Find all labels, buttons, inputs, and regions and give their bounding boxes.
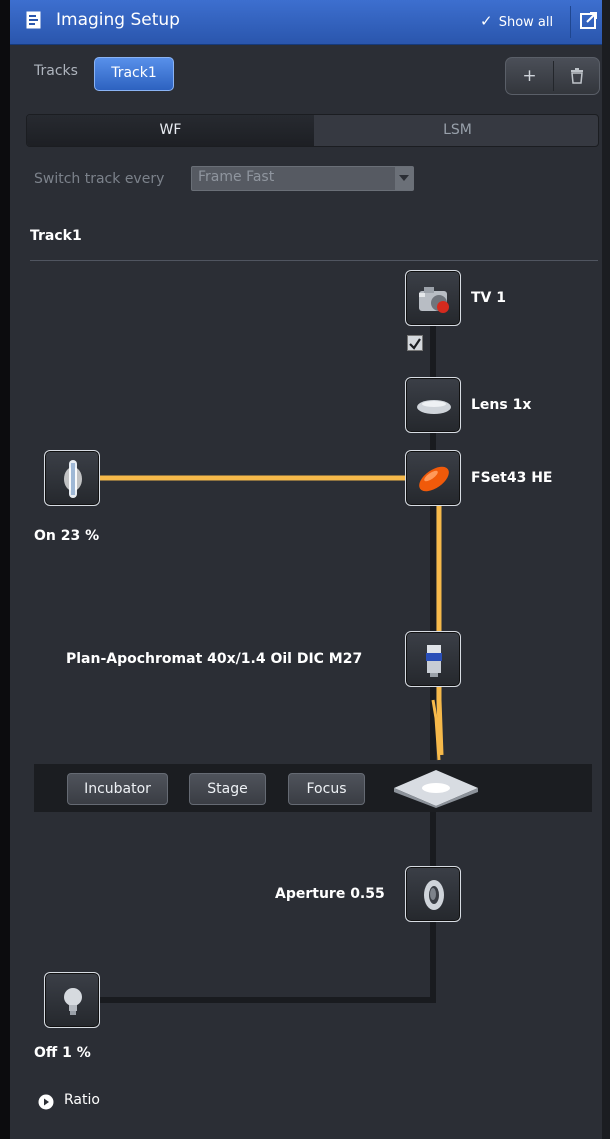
imaging-setup-panel: Imaging Setup ✓ Show all Tracks Track1 +… (0, 0, 610, 1139)
filter-component[interactable] (405, 450, 461, 506)
trans-lamp-component[interactable] (44, 972, 100, 1028)
camera-component[interactable] (405, 270, 461, 326)
stage-button[interactable]: Stage (189, 773, 266, 805)
objective-component[interactable] (405, 631, 461, 687)
aperture-icon (424, 880, 444, 910)
camera-label: TV 1 (471, 290, 506, 306)
fluor-lamp-label: On 23 % (34, 528, 100, 544)
halogen-lamp-icon (64, 988, 82, 1015)
lens-icon (417, 400, 451, 414)
fluor-lamp-icon (64, 460, 82, 498)
aperture-component[interactable] (405, 866, 461, 922)
camera-checkbox[interactable] (407, 335, 423, 351)
lens-component[interactable] (405, 377, 461, 433)
focus-button[interactable]: Focus (288, 773, 365, 805)
incubator-button[interactable]: Incubator (67, 773, 168, 805)
play-circle-icon (38, 1094, 54, 1110)
trans-lamp-label: Off 1 % (34, 1045, 91, 1061)
ratio-label: Ratio (64, 1092, 100, 1108)
stage-icon[interactable] (392, 768, 480, 808)
objective-icon (426, 645, 442, 677)
fluor-lamp-component[interactable] (44, 450, 100, 506)
camera-icon (419, 287, 449, 313)
excitation-beam-down (436, 505, 444, 756)
lens-label: Lens 1x (471, 397, 532, 413)
filter-label: FSet43 HE (471, 470, 553, 486)
filter-icon (419, 466, 449, 492)
objective-label: Plan-Apochromat 40x/1.4 Oil DIC M27 (66, 651, 363, 667)
light-path-diagram (72, 325, 444, 1003)
aperture-label: Aperture 0.55 (275, 886, 385, 902)
